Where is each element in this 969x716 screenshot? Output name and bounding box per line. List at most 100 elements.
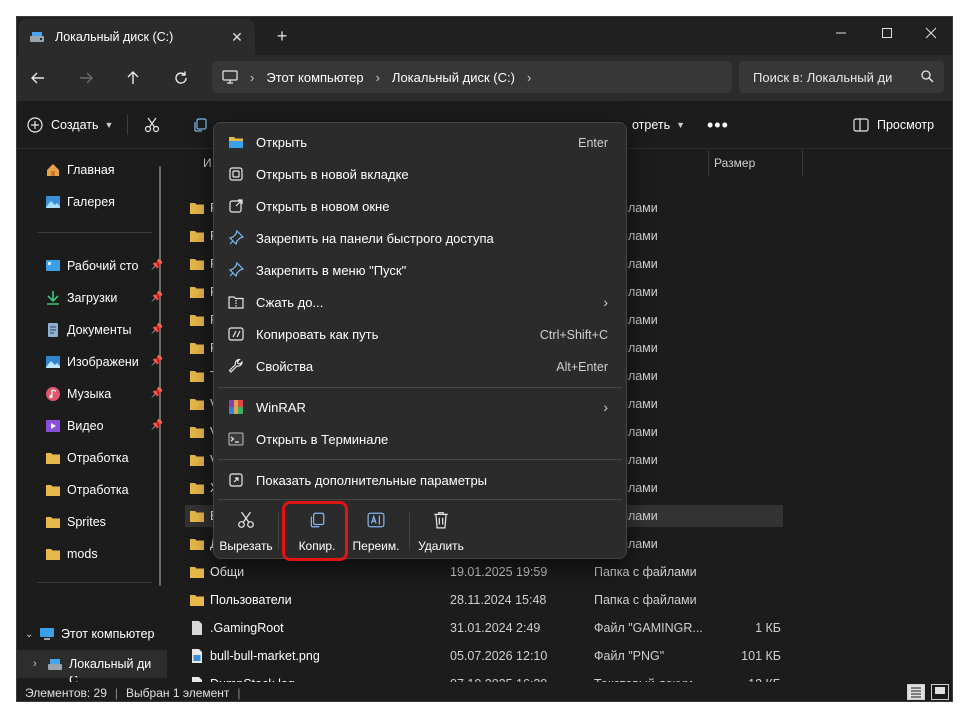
pin-icon[interactable]: 📌 — [151, 388, 163, 399]
sidebar-divider — [37, 232, 152, 233]
cut-toolbar-button[interactable] — [144, 111, 160, 139]
title-bar: Локальный диск (C:) ✕ + — [17, 17, 952, 55]
chevron-right-icon: › — [250, 69, 255, 85]
menu-item-open-terminal[interactable]: Открыть в Терминале — [218, 424, 622, 454]
address-bar[interactable]: › Этот компьютер › Локальный диск (C:) › — [212, 61, 732, 93]
view-button[interactable]: отреть ▼ — [632, 111, 685, 139]
menu-item-open-new-tab[interactable]: Открыть в новой вкладке — [218, 159, 622, 189]
tiles-view-icon — [935, 687, 945, 694]
tab-local-disk[interactable]: Локальный диск (C:) ✕ — [19, 19, 255, 55]
folder-icon — [190, 539, 204, 550]
navigation-pane: Главная Галерея Рабочий сто 📌 Загрузки 📌… — [17, 150, 167, 684]
close-icon — [925, 27, 937, 39]
table-row[interactable]: bull-bull-market.png 05.07.2026 12:10 Файл… — [185, 645, 783, 667]
menu-divider — [218, 459, 622, 460]
chevron-down-icon[interactable]: ⌄ — [25, 629, 39, 640]
sidebar-item-label: Музыка — [67, 387, 112, 401]
menu-item-pin-start[interactable]: Закрепить в меню "Пуск" — [218, 255, 622, 285]
sidebar-item-local-disk[interactable]: › Локальный ди — [17, 650, 167, 678]
maximize-button[interactable] — [864, 17, 910, 49]
breadcrumb-local-disk[interactable]: Локальный диск (C:) — [392, 70, 515, 85]
sidebar-item-desktop[interactable]: Рабочий сто 📌 — [17, 252, 167, 280]
menu-divider — [218, 499, 622, 500]
sidebar-item-downloads[interactable]: Загрузки 📌 — [17, 284, 167, 312]
pin-icon[interactable]: 📌 — [151, 324, 163, 335]
search-placeholder: Поиск в: Локальный ди — [753, 69, 893, 85]
more-options-icon — [229, 473, 243, 487]
refresh-button[interactable] — [166, 63, 196, 93]
copy-toolbar-button[interactable] — [192, 111, 208, 139]
chevron-right-icon[interactable]: › — [527, 70, 531, 85]
view-label: отреть — [632, 118, 671, 132]
search-input[interactable]: Поиск в: Локальный ди — [739, 61, 944, 93]
cut-button[interactable]: Вырезать — [214, 507, 278, 559]
create-button[interactable]: Создать ▼ — [27, 111, 113, 139]
menu-item-open-new-window[interactable]: Открыть в новом окне — [218, 191, 622, 221]
sidebar-item-documents[interactable]: Документы 📌 — [17, 316, 167, 344]
scissors-icon — [238, 511, 254, 528]
table-row[interactable]: .GamingRoot 31.01.2024 2:49 Файл "GAMINGR.… — [185, 617, 783, 639]
minimize-icon — [836, 32, 846, 34]
delete-button[interactable]: Удалить — [409, 507, 473, 559]
back-button[interactable] — [23, 63, 53, 93]
new-tab-button[interactable]: + — [270, 24, 294, 48]
folder-icon — [46, 453, 60, 464]
details-view-button[interactable] — [907, 684, 925, 700]
column-divider[interactable] — [802, 150, 803, 176]
pin-icon[interactable]: 📌 — [151, 420, 163, 431]
folder-icon — [190, 511, 204, 522]
preview-button[interactable]: Просмотр — [853, 111, 934, 139]
close-window-button[interactable] — [908, 17, 952, 49]
pin-icon[interactable]: 📌 — [151, 356, 163, 367]
sidebar-item-otrabotka-1[interactable]: Отработка — [17, 444, 167, 472]
column-divider[interactable] — [708, 150, 709, 176]
row-size: 1 КБ — [755, 621, 781, 635]
maximize-icon — [882, 28, 892, 38]
menu-item-label: Открыть в новой вкладке — [256, 167, 409, 182]
pin-icon[interactable]: 📌 — [151, 260, 163, 271]
chevron-down-icon: ▼ — [104, 120, 114, 130]
column-header-name[interactable]: И — [203, 150, 212, 176]
menu-item-label: Закрепить на панели быстрого доступа — [256, 231, 494, 246]
sidebar-item-video[interactable]: Видео 📌 — [17, 412, 167, 440]
sidebar-item-music[interactable]: Музыка 📌 — [17, 380, 167, 408]
menu-item-winrar[interactable]: WinRAR › — [218, 392, 622, 422]
up-button[interactable] — [118, 63, 148, 93]
menu-item-properties[interactable]: Свойства Alt+Enter — [218, 351, 622, 381]
pin-icon[interactable]: 📌 — [151, 292, 163, 303]
menu-item-compress[interactable]: Сжать до... › — [218, 287, 622, 317]
menu-item-label: Показать дополнительные параметры — [256, 473, 488, 488]
menu-item-copy-as-path[interactable]: Копировать как путь Ctrl+Shift+C — [218, 319, 622, 349]
chevron-right-icon[interactable]: › — [33, 658, 47, 670]
folder-icon — [190, 371, 204, 382]
sidebar-item-otrabotka-2[interactable]: Отработка — [17, 476, 167, 504]
drive-icon — [30, 32, 44, 42]
menu-item-open[interactable]: Открыть Enter — [218, 127, 622, 157]
more-options-button[interactable]: ••• — [707, 111, 729, 139]
scissors-icon — [144, 117, 160, 133]
sidebar-item-pictures[interactable]: Изображени 📌 — [17, 348, 167, 376]
winrar-icon — [229, 400, 243, 414]
rename-button[interactable]: Переим. — [344, 507, 408, 559]
column-header-size[interactable]: Размер — [714, 150, 755, 176]
folder-icon — [190, 315, 204, 326]
music-icon — [46, 387, 60, 401]
trash-icon — [434, 512, 448, 529]
close-tab-icon[interactable]: ✕ — [227, 27, 247, 47]
row-size: 101 КБ — [741, 649, 781, 663]
breadcrumb-this-pc[interactable]: Этот компьютер — [266, 70, 363, 85]
forward-button[interactable] — [71, 63, 101, 93]
tiles-view-button[interactable] — [931, 684, 949, 700]
table-row[interactable]: Пользователи 28.11.2024 15:48 Папка с файл… — [185, 589, 783, 611]
minimize-button[interactable] — [818, 17, 864, 49]
download-icon — [47, 291, 59, 305]
sidebar-item-sprites[interactable]: Sprites — [17, 508, 167, 536]
menu-item-more-options[interactable]: Показать дополнительные параметры — [218, 465, 622, 495]
sidebar-item-gallery[interactable]: Галерея — [17, 188, 167, 216]
table-row[interactable]: Общи 19.01.2025 19:59 Папка с файлами — [185, 561, 783, 583]
sidebar-item-this-pc[interactable]: ⌄ Этот компьютер — [17, 620, 167, 648]
menu-item-pin-quick-access[interactable]: Закрепить на панели быстрого доступа — [218, 223, 622, 253]
new-tab-icon — [229, 167, 243, 181]
sidebar-item-mods[interactable]: mods — [17, 540, 167, 568]
sidebar-item-home[interactable]: Главная — [17, 156, 167, 184]
